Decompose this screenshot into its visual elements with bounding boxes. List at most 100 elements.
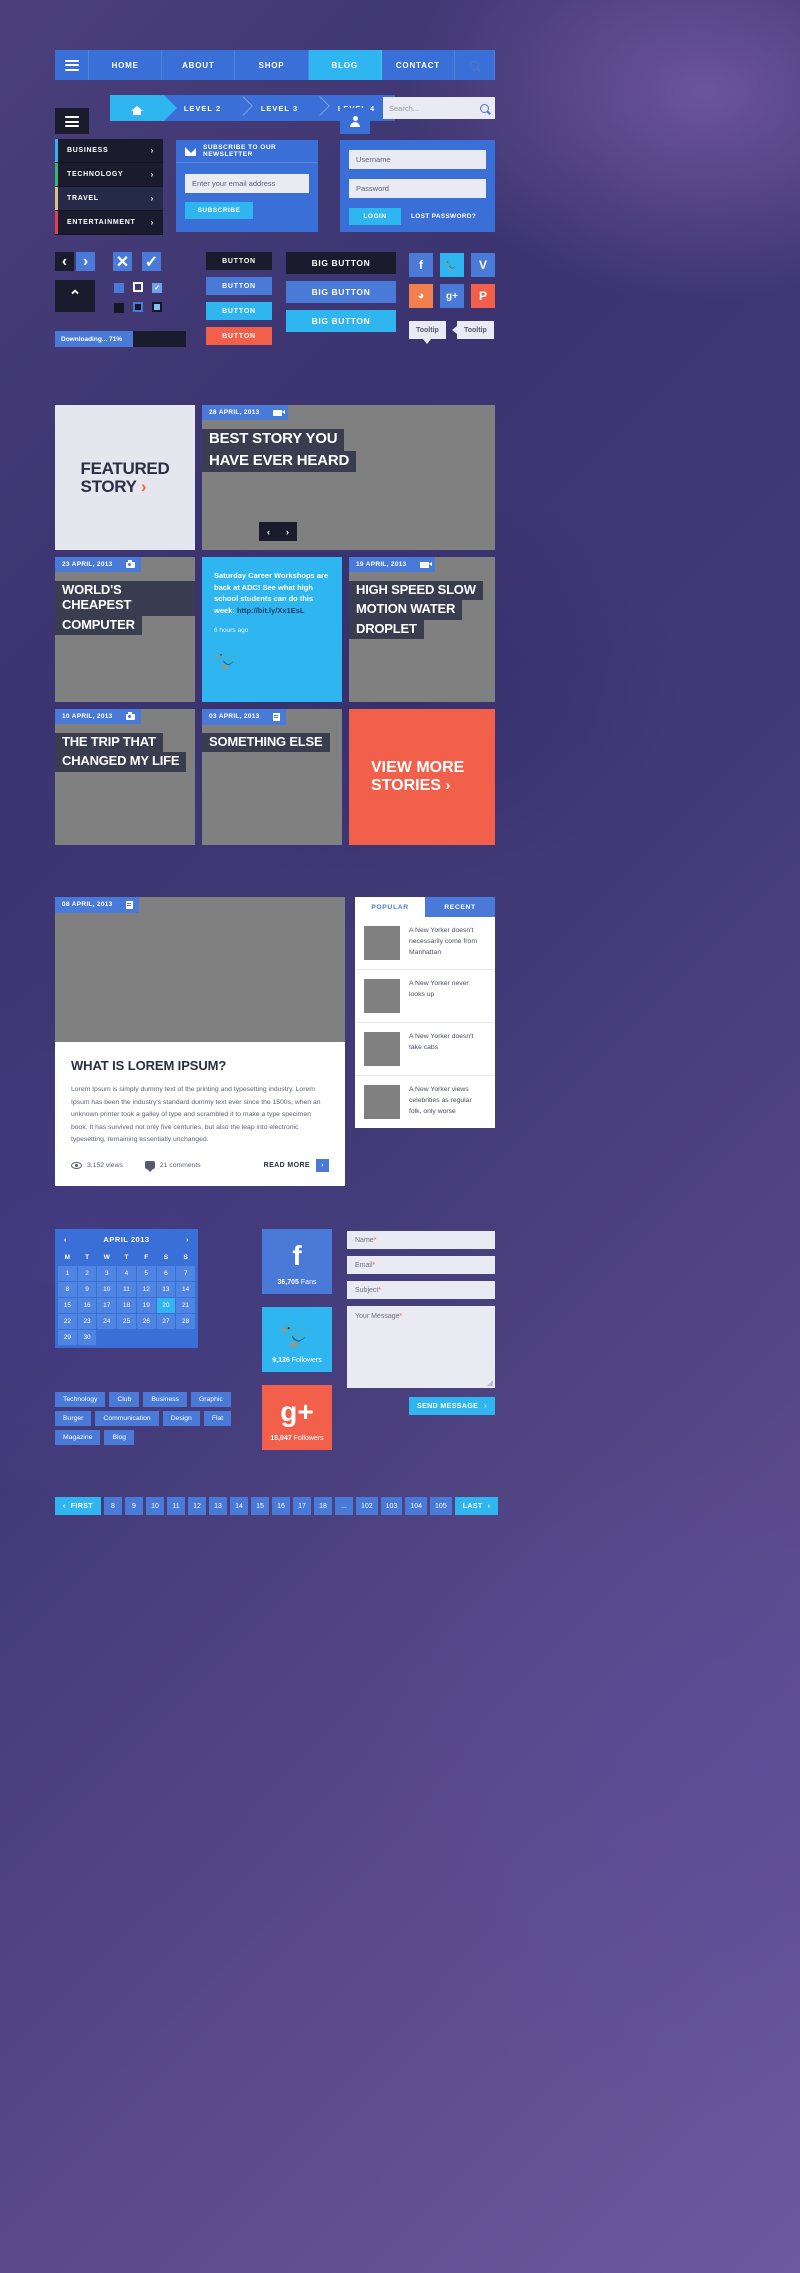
list-item[interactable]: A New Yorker views celebrities as regula… (355, 1076, 495, 1128)
card-best-story[interactable]: 28 APRIL, 2013 BEST STORY YOU HAVE EVER … (202, 405, 495, 550)
pagination-page[interactable]: 11 (166, 1497, 185, 1515)
sidebar-item-travel[interactable]: TRAVEL › (55, 187, 163, 211)
calendar-day-selected[interactable]: 20 (156, 1298, 176, 1313)
nav-item-home[interactable]: HOME (89, 50, 163, 80)
email-field[interactable]: Email * (347, 1256, 495, 1274)
big-button-cyan[interactable]: BIG BUTTON (286, 310, 396, 332)
magnifier-icon[interactable] (480, 103, 489, 113)
calendar-day[interactable]: 3 (97, 1266, 117, 1281)
list-item[interactable]: A New Yorker doesn't take cabs (355, 1023, 495, 1076)
subject-field[interactable]: Subject * (347, 1281, 495, 1299)
name-field[interactable]: Name * (347, 1231, 495, 1249)
twitter-counter-box[interactable]: 🐦 9,136 Followers (262, 1307, 332, 1372)
card-the-trip[interactable]: 10 APRIL, 2013 THE TRIP THAT CHANGED MY … (55, 709, 195, 845)
calendar-day[interactable]: 12 (136, 1282, 156, 1297)
pagination-page[interactable]: 16 (271, 1497, 290, 1515)
calendar-day[interactable]: 6 (156, 1266, 176, 1281)
prev-arrow-button[interactable]: ‹ (55, 252, 74, 271)
facebook-counter-box[interactable]: f 36,705 Fans (262, 1229, 332, 1294)
lost-password-link[interactable]: LOST PASSWORD? (411, 213, 476, 220)
checkbox-unchecked[interactable] (114, 283, 124, 293)
next-arrow-button[interactable]: › (76, 252, 95, 271)
nav-hamburger-button[interactable] (55, 50, 89, 80)
tag-magazine[interactable]: Magazine (55, 1430, 101, 1445)
newsletter-email-input[interactable]: Enter your email address (185, 174, 309, 193)
pagination-page[interactable]: 9 (124, 1497, 143, 1515)
nav-item-shop[interactable]: SHOP (235, 50, 309, 80)
card-water-droplet[interactable]: 19 APRIL, 2013 HIGH SPEED SLOW MOTION WA… (349, 557, 495, 702)
pagination-page[interactable]: 104 (405, 1497, 428, 1515)
calendar-day[interactable]: 22 (58, 1314, 77, 1329)
pagination-page[interactable]: 12 (187, 1497, 206, 1515)
breadcrumb-home[interactable] (110, 95, 177, 121)
calendar-day[interactable]: 18 (117, 1298, 136, 1313)
pinterest-icon[interactable]: P (471, 284, 495, 308)
article-comments[interactable]: 21 comments (144, 1161, 201, 1173)
calendar-day[interactable]: 26 (136, 1314, 156, 1329)
calendar-day[interactable]: 11 (117, 1282, 136, 1297)
calendar-day[interactable]: 13 (156, 1282, 176, 1297)
calendar-day[interactable]: 16 (77, 1298, 97, 1313)
calendar-day[interactable]: 4 (117, 1266, 136, 1281)
sidemenu-toggle-button[interactable] (55, 108, 89, 134)
slider-prev-button[interactable]: ‹ (259, 522, 278, 541)
vimeo-icon[interactable]: V (471, 253, 495, 277)
checkbox-cyan-outline[interactable] (152, 302, 162, 312)
pagination-page[interactable]: 10 (145, 1497, 164, 1515)
calendar-day[interactable]: 9 (77, 1282, 97, 1297)
search-input[interactable]: Search... (383, 97, 495, 119)
slider-next-button[interactable]: › (278, 522, 297, 541)
sidebar-item-entertainment[interactable]: ENTERTAINMENT › (55, 211, 163, 235)
view-more-stories-button[interactable]: VIEW MORE STORIES › (349, 709, 495, 845)
message-textarea[interactable]: Your Message* (347, 1306, 495, 1388)
pagination-page[interactable]: 13 (208, 1497, 227, 1515)
calendar-day[interactable]: 21 (176, 1298, 195, 1313)
tag-graphic[interactable]: Graphic (190, 1392, 231, 1407)
calendar-day[interactable]: 25 (117, 1314, 136, 1329)
pagination-page[interactable]: 17 (292, 1497, 311, 1515)
calendar-day[interactable]: 28 (176, 1314, 195, 1329)
username-field[interactable]: Username (349, 150, 486, 169)
pagination-first-button[interactable]: ‹ FIRST (55, 1497, 101, 1515)
calendar-day[interactable]: 10 (97, 1282, 117, 1297)
button-blue[interactable]: BUTTON (206, 277, 272, 295)
pagination-page[interactable]: 105 (430, 1497, 452, 1515)
nav-search-button[interactable] (455, 50, 496, 80)
breadcrumb-level-3[interactable]: LEVEL 3 (241, 95, 318, 121)
calendar-day[interactable]: 7 (176, 1266, 195, 1281)
pagination-page[interactable]: 14 (229, 1497, 248, 1515)
rss-icon[interactable]: ◕ (409, 284, 433, 308)
pagination-page[interactable]: 103 (380, 1497, 403, 1515)
nav-item-contact[interactable]: CONTACT (382, 50, 456, 80)
tag-burger[interactable]: Burger (55, 1411, 92, 1426)
card-something-else[interactable]: 03 APRIL, 2013 SOMETHING ELSE (202, 709, 342, 845)
tag-club[interactable]: Club (109, 1392, 140, 1407)
facebook-icon[interactable]: f (409, 253, 433, 277)
nav-item-about[interactable]: ABOUT (162, 50, 236, 80)
sidebar-item-business[interactable]: BUSINESS › (55, 139, 163, 163)
tag-flat[interactable]: Flat (203, 1411, 232, 1426)
close-button[interactable]: ✕ (113, 252, 132, 271)
big-button-dark[interactable]: BIG BUTTON (286, 252, 396, 274)
calendar-day[interactable]: 1 (58, 1266, 77, 1281)
checkbox-outline[interactable] (133, 282, 143, 292)
password-field[interactable]: Password (349, 179, 486, 198)
calendar-day[interactable]: 15 (58, 1298, 77, 1313)
calendar-day[interactable]: 14 (176, 1282, 195, 1297)
send-message-button[interactable]: SEND MESSAGE › (409, 1397, 495, 1415)
calendar-day[interactable]: 8 (58, 1282, 77, 1297)
tweet-link[interactable]: http://bit.ly/Xx1EsL (237, 606, 305, 615)
card-tweet[interactable]: Saturday Career Workshops are back at AD… (202, 557, 342, 702)
calendar-prev-button[interactable]: ‹ (64, 1235, 67, 1244)
login-button[interactable]: LOGIN (349, 208, 401, 225)
tab-popular[interactable]: POPULAR (355, 897, 425, 917)
checkbox-dark-outline[interactable] (133, 302, 143, 312)
tag-blog[interactable]: Blog (104, 1430, 135, 1445)
calendar-day[interactable]: 24 (97, 1314, 117, 1329)
calendar-next-button[interactable]: › (186, 1235, 189, 1244)
calendar-day[interactable]: 30 (77, 1330, 97, 1345)
pagination-page[interactable]: 15 (250, 1497, 269, 1515)
calendar-day[interactable]: 23 (77, 1314, 97, 1329)
tag-communication[interactable]: Communication (95, 1411, 159, 1426)
pagination-page[interactable]: 18 (313, 1497, 332, 1515)
